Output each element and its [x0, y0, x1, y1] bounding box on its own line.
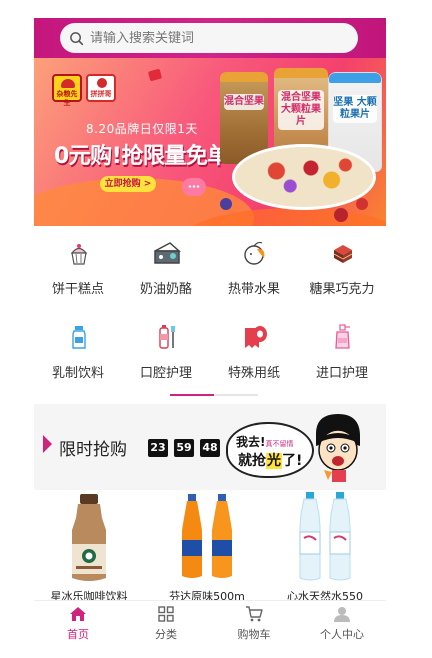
- fruit-icon: [244, 241, 265, 265]
- pager-indicator: [170, 394, 258, 396]
- tab-label: 个人中心: [320, 628, 364, 641]
- jar-label: 混合坚果: [223, 94, 265, 110]
- jar-label: 混合坚果 大颗粒果片: [278, 90, 324, 130]
- soda-bottles-image: [182, 494, 232, 578]
- search-box[interactable]: [60, 23, 358, 53]
- bubble-highlight-text: 光: [266, 453, 282, 469]
- lotion-bottle-icon: [335, 324, 350, 349]
- toothpaste-icon: [159, 325, 175, 349]
- category-label: 奶油奶酪: [139, 282, 192, 297]
- water-bottles-image: [299, 492, 351, 581]
- category-item[interactable]: 口腔护理: [122, 314, 210, 392]
- category-item[interactable]: 饼干糕点: [34, 230, 122, 308]
- product-name: 芬达原味500m: [169, 590, 245, 600]
- bubble-text: 就抢: [238, 453, 266, 469]
- brand-logo: 杂粮先生: [52, 74, 82, 107]
- tab-category[interactable]: 分类: [122, 601, 210, 643]
- tab-label: 分类: [155, 628, 177, 641]
- brand-logo-text: 杂粮先生: [56, 90, 78, 107]
- category-item[interactable]: 热带水果: [210, 230, 298, 308]
- partner-logo: 拼拼哥: [86, 74, 116, 102]
- app-screen: 杂粮先生 拼拼哥 8.20品牌日仅限1天 0元购!抢限量免单 立即抢购 > 混合…: [34, 0, 386, 658]
- category-label: 口腔护理: [139, 366, 192, 381]
- product-name: 星冰乐咖啡饮料: [50, 590, 128, 600]
- flash-sale-products: 星冰乐咖啡饮料 芬达原味500m 心水天然水550: [34, 490, 386, 600]
- product-card[interactable]: 芬达原味500m: [148, 490, 266, 600]
- bubble-text: 了!: [282, 453, 303, 469]
- cartoon-face-image: [316, 414, 360, 482]
- category-label: 饼干糕点: [51, 282, 104, 297]
- product-card[interactable]: 星冰乐咖啡饮料: [34, 490, 148, 600]
- category-item[interactable]: 特殊用纸: [210, 314, 298, 392]
- partner-logo-text: 拼拼哥: [90, 90, 112, 98]
- search-input[interactable]: [90, 30, 330, 46]
- cheese-icon: [154, 242, 181, 264]
- countdown-seconds: 48: [200, 439, 220, 457]
- tissue-roll-icon: [245, 326, 267, 348]
- product-name: 心水天然水550: [287, 590, 363, 600]
- category-label: 热带水果: [227, 282, 280, 297]
- chocolate-cake-icon: [333, 245, 353, 263]
- category-grid: 饼干糕点 奶油奶酪 热带水果 糖果巧克力 乳制饮料 口腔护理 特殊用纸 进口护理: [34, 230, 386, 396]
- cherry-image: [356, 198, 368, 210]
- red-packet-icon: [147, 68, 163, 82]
- home-icon: [70, 607, 86, 621]
- coffee-bottle-image: [72, 494, 106, 581]
- top-bar: [34, 18, 386, 58]
- category-item[interactable]: 乳制饮料: [34, 314, 122, 392]
- flash-sale-section: 限时抢购 23 59 48 我去!真不留情 就抢光了!: [34, 404, 386, 490]
- blueberry-image: [220, 198, 232, 210]
- cupcake-icon: [70, 244, 88, 265]
- section-marker-icon: [43, 435, 52, 453]
- tab-label: 购物车: [237, 628, 271, 641]
- promo-banner[interactable]: 杂粮先生 拼拼哥 8.20品牌日仅限1天 0元购!抢限量免单 立即抢购 > 混合…: [34, 58, 386, 226]
- category-item[interactable]: 糖果巧克力: [298, 230, 386, 308]
- grid-icon: [158, 606, 174, 622]
- flash-sale-title: 限时抢购: [59, 440, 127, 460]
- category-label: 糖果巧克力: [309, 282, 375, 297]
- cherry-image: [334, 208, 348, 222]
- category-item[interactable]: 进口护理: [298, 314, 386, 392]
- pager-active: [170, 394, 214, 396]
- speech-bubble: 我去!真不留情 就抢光了!: [226, 422, 314, 478]
- fruit-bowl-image: [232, 144, 376, 210]
- chat-bubble-icon: [182, 178, 206, 196]
- tab-label: 首页: [67, 628, 89, 641]
- bubble-small-text: 真不留情: [265, 440, 294, 448]
- category-label: 特殊用纸: [227, 366, 280, 381]
- jar-label: 坚果 大颗粒果片: [333, 95, 377, 123]
- bottom-tab-bar: 首页 分类 购物车 个人中心: [34, 600, 386, 642]
- countdown-hours: 23: [148, 439, 168, 457]
- tab-profile[interactable]: 个人中心: [298, 601, 386, 643]
- category-item[interactable]: 奶油奶酪: [122, 230, 210, 308]
- category-label: 乳制饮料: [51, 366, 104, 381]
- category-label: 进口护理: [315, 366, 368, 381]
- tab-cart[interactable]: 购物车: [210, 601, 298, 643]
- bubble-text: 我去!: [236, 435, 266, 449]
- countdown-minutes: 59: [174, 439, 194, 457]
- tab-home[interactable]: 首页: [34, 601, 122, 643]
- banner-headline: 0元购!抢限量免单: [54, 144, 229, 169]
- search-icon: [70, 31, 84, 45]
- user-icon: [334, 607, 350, 622]
- product-card[interactable]: 心水天然水550: [266, 490, 384, 600]
- banner-subtitle: 8.20品牌日仅限1天: [86, 122, 198, 136]
- milk-bottle-icon: [72, 326, 86, 349]
- buy-now-button[interactable]: 立即抢购 >: [100, 176, 156, 192]
- cart-icon: [246, 606, 263, 622]
